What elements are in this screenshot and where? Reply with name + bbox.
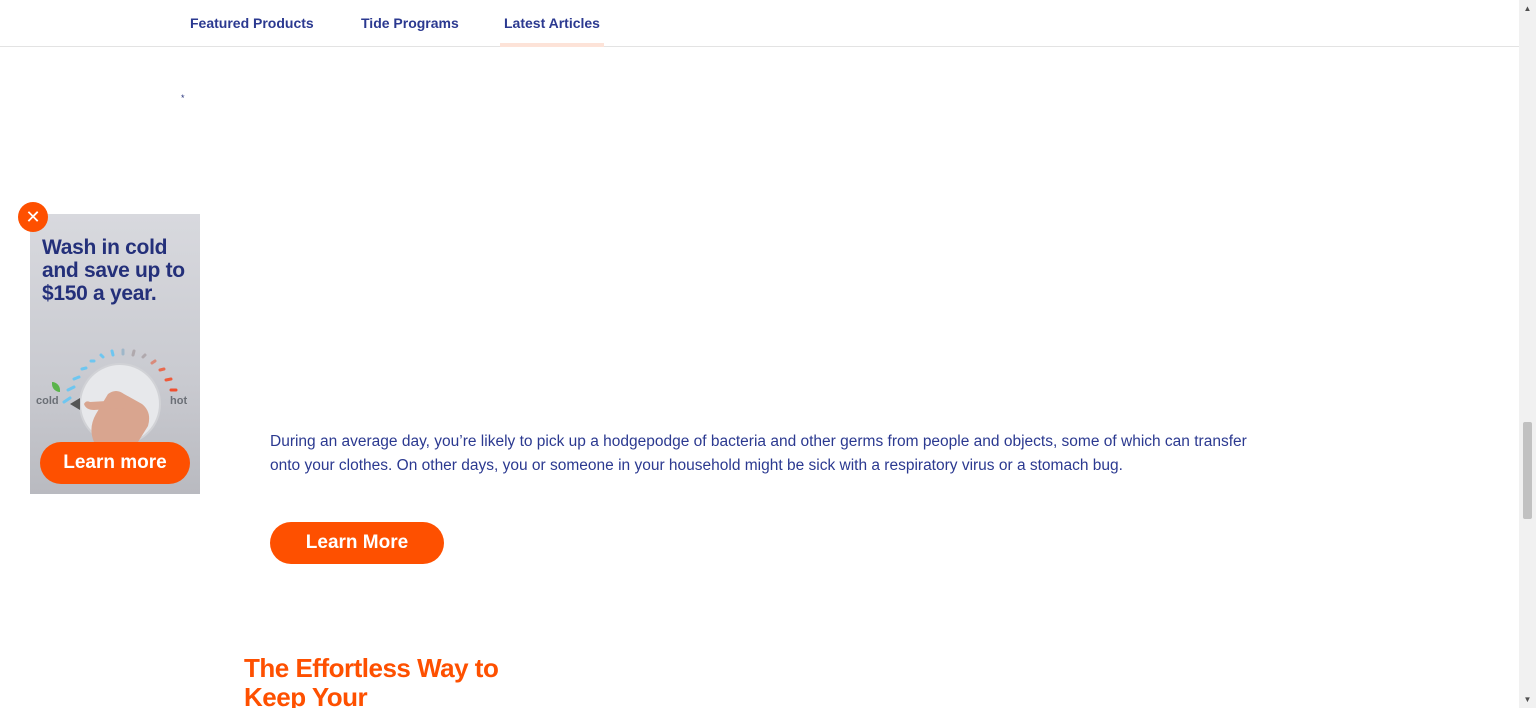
dial-hot-label: hot (170, 395, 188, 407)
ad-close-button[interactable]: ✕ (18, 202, 48, 232)
tab-latest-articles[interactable]: Latest Articles (500, 0, 604, 47)
ad-learn-more-button[interactable]: Learn more (40, 442, 190, 484)
scroll-up-arrow-icon[interactable]: ▲ (1519, 0, 1536, 17)
ad-banner[interactable]: Wash in cold and save up to $150 a year. (30, 214, 200, 494)
temperature-dial-icon (62, 348, 178, 444)
dial-cold-label: cold (36, 395, 59, 407)
section-nav: Featured Products Tide Programs Latest A… (0, 0, 1519, 47)
scroll-down-arrow-icon[interactable]: ▼ (1519, 691, 1536, 708)
learn-more-button[interactable]: Learn More (270, 522, 444, 564)
article-body-text: During an average day, you’re likely to … (270, 433, 1247, 474)
section-heading: The Effortless Way to Keep Your (244, 653, 499, 708)
page: Featured Products Tide Programs Latest A… (0, 0, 1536, 708)
ad-footnote-asterisk: * (181, 93, 185, 103)
tab-featured-products[interactable]: Featured Products (190, 0, 314, 46)
vertical-scrollbar[interactable]: ▲ ▼ (1519, 0, 1536, 708)
scrollbar-thumb[interactable] (1523, 422, 1532, 519)
close-icon: ✕ (25, 207, 41, 227)
tab-tide-programs[interactable]: Tide Programs (361, 0, 459, 46)
ad-headline: Wash in cold and save up to $150 a year. (42, 236, 185, 305)
